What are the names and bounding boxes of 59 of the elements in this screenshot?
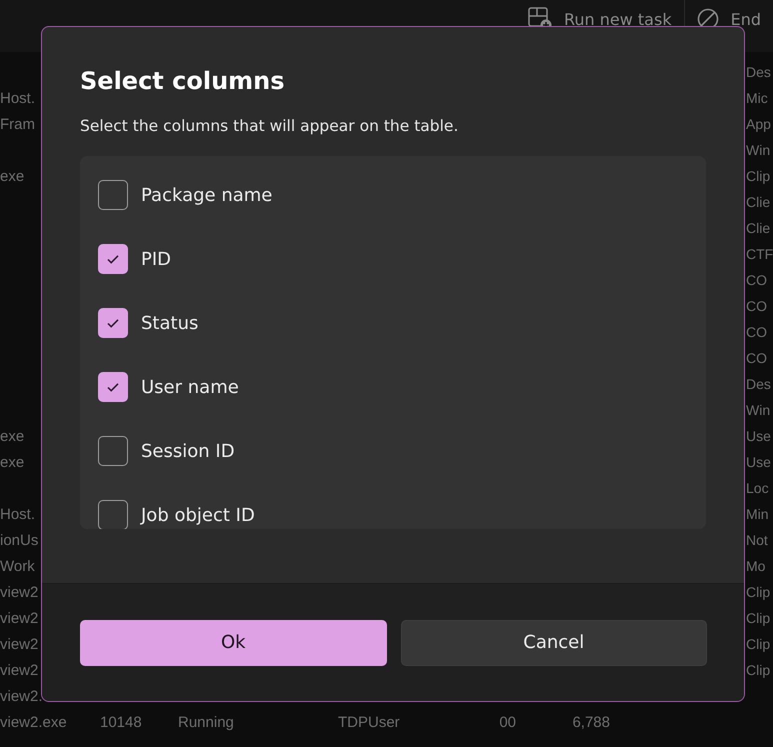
process-name: Host. (0, 90, 36, 106)
ok-button[interactable]: Ok (80, 620, 386, 666)
description-cell: Clip (746, 636, 770, 652)
cancel-button[interactable]: Cancel (400, 620, 707, 666)
description-cell: Clip (746, 610, 770, 626)
process-name: ionUs (0, 532, 38, 548)
option-label: User name (141, 376, 239, 398)
description-cell: CO (746, 350, 767, 366)
checkbox[interactable] (98, 180, 128, 210)
session-cell: 00 (499, 714, 516, 730)
description-cell: CO (746, 324, 767, 340)
description-cell: CO (746, 298, 767, 314)
description-cell: Mo (746, 558, 766, 574)
description-cell: Use (746, 428, 771, 444)
process-name: view2.exe (0, 714, 67, 730)
process-name: Work (0, 558, 35, 574)
process-name: exe (0, 168, 24, 184)
description-cell: Min (746, 506, 769, 522)
description-cell: Use (746, 454, 771, 470)
user-cell: TDPUser (338, 714, 400, 730)
description-cell: Clip (746, 584, 770, 600)
description-cell: Des (746, 64, 771, 80)
option-label: PID (141, 248, 172, 270)
process-name: view2 (0, 610, 38, 626)
description-cell: Clie (746, 194, 770, 210)
description-cell: CO (746, 272, 767, 288)
description-cell: Not (746, 532, 768, 548)
process-name: Fram (0, 116, 35, 132)
process-name: view2 (0, 662, 38, 678)
status-cell: Running (178, 714, 234, 730)
dialog-subtitle: Select the columns that will appear on the table. (80, 117, 460, 135)
description-cell: Win (746, 142, 770, 158)
option-label: Session ID (141, 440, 235, 462)
process-name: Host. (0, 506, 36, 522)
description-cell: Des (746, 376, 771, 392)
checkbox[interactable] (98, 244, 128, 274)
dialog-title: Select columns (80, 67, 286, 95)
description-cell: Win (746, 402, 770, 418)
description-cell: App (746, 116, 771, 132)
checkbox[interactable] (98, 436, 128, 466)
option-label: Status (141, 312, 198, 334)
description-cell: CTF (746, 246, 773, 262)
description-cell: Mic (746, 90, 768, 106)
checkbox[interactable] (98, 500, 128, 529)
description-cell: Loc (746, 480, 769, 496)
process-name: exe (0, 454, 24, 470)
pid-cell: 10148 (100, 714, 142, 730)
memory-cell: 6,788 (572, 714, 610, 730)
option-label: Job object ID (141, 504, 255, 526)
checkbox[interactable] (98, 308, 128, 338)
description-cell: Clip (746, 168, 770, 184)
checkbox[interactable] (98, 372, 128, 402)
description-cell: Clip (746, 662, 770, 678)
description-cell: Clie (746, 220, 770, 236)
process-name: exe (0, 428, 24, 444)
option-label: Package name (141, 184, 272, 206)
process-name: view2. (0, 688, 43, 704)
process-name: view2 (0, 636, 38, 652)
process-name: view2 (0, 584, 38, 600)
